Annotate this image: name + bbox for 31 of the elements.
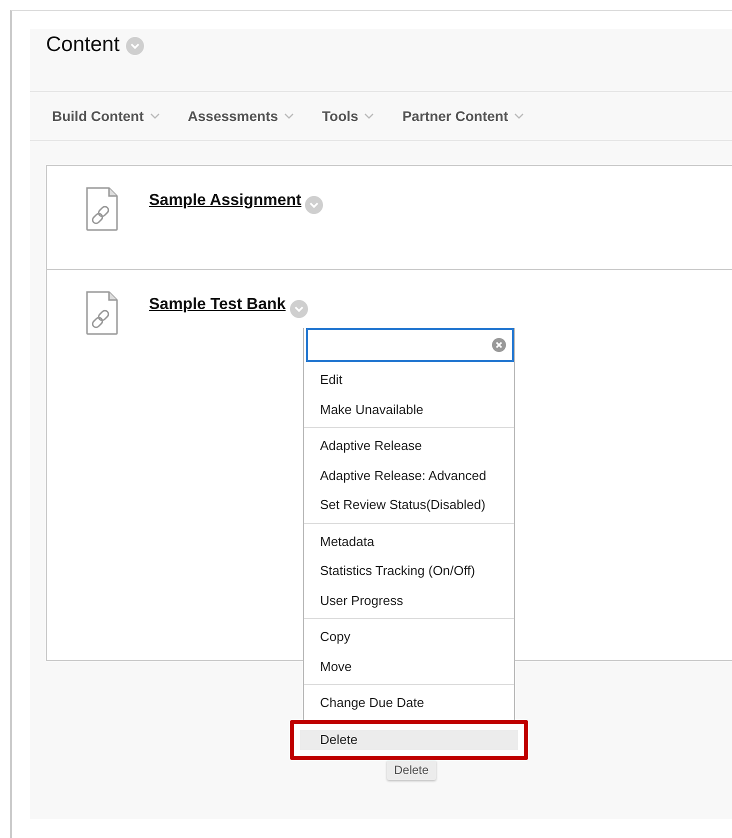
menu-item[interactable]: Statistics Tracking (On/Off): [304, 556, 514, 586]
search-field[interactable]: [306, 328, 514, 362]
caret-icon: [514, 113, 524, 119]
menu-item[interactable]: Make Unavailable: [304, 394, 514, 424]
menu-item[interactable]: Edit: [304, 365, 514, 394]
item-link[interactable]: Sample Test Bank: [149, 296, 286, 314]
caret-icon: [364, 113, 374, 119]
menu-item[interactable]: Set Review Status(Disabled): [304, 490, 514, 520]
chevron-icon[interactable]: [126, 37, 144, 55]
link-document-icon: [85, 186, 119, 232]
menu-item[interactable]: Change Due Date: [304, 688, 514, 718]
options-icon[interactable]: [305, 196, 324, 214]
link-document-icon: [85, 290, 119, 336]
item-link[interactable]: Sample Assignment: [149, 192, 302, 210]
nav-menu[interactable]: Build Content: [52, 108, 160, 124]
menu-item[interactable]: User Progress: [304, 586, 514, 615]
menu-item[interactable]: Copy: [304, 622, 514, 652]
menu-item[interactable]: Adaptive Release: [304, 431, 514, 460]
caret-icon: [284, 113, 294, 119]
clear-icon[interactable]: [492, 338, 506, 352]
menu-item[interactable]: Metadata: [304, 526, 514, 556]
options-icon[interactable]: [290, 300, 308, 318]
page-title: Content: [46, 33, 120, 57]
nav-menu[interactable]: Partner Content: [402, 108, 524, 124]
tooltip: Delete: [387, 760, 436, 780]
nav-menu[interactable]: Tools: [322, 108, 374, 124]
menu-item[interactable]: Adaptive Release: Advanced: [304, 460, 514, 490]
nav-menu[interactable]: Assessments: [188, 108, 294, 124]
caret-icon: [150, 113, 160, 119]
menu-item[interactable]: Move: [304, 652, 514, 681]
menu-item[interactable]: Delete: [290, 720, 528, 760]
